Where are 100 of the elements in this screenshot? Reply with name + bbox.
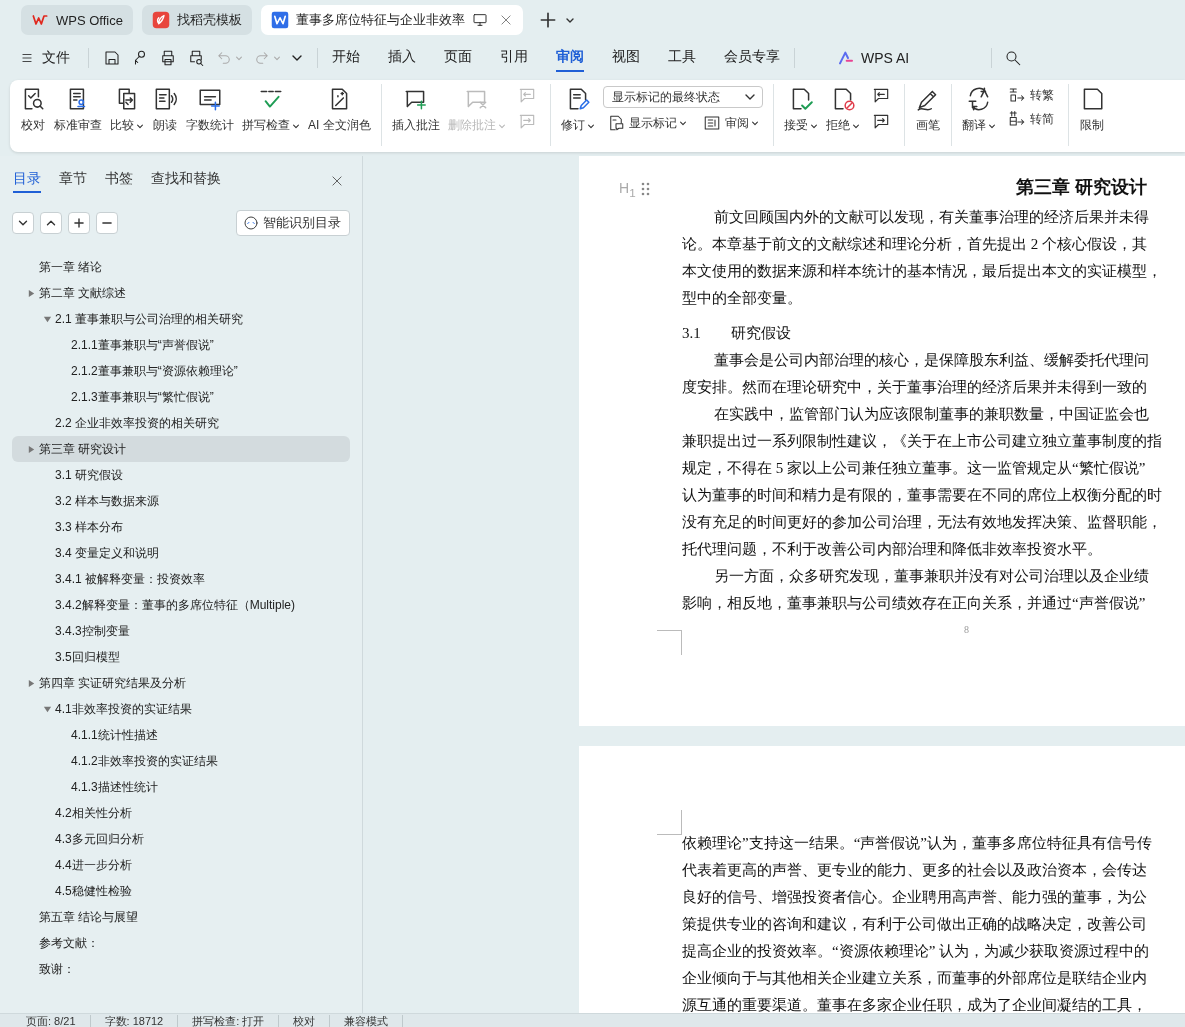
toc-item[interactable]: 3.4.3控制变量 — [12, 618, 350, 644]
toc-item[interactable]: 4.4进一步分析 — [12, 852, 350, 878]
margin-corner-mark — [657, 810, 682, 835]
ribbon-button[interactable]: 翻译 — [957, 84, 1000, 136]
browser-tab[interactable]: 找稻壳模板 — [141, 5, 252, 35]
toc-item[interactable]: 2.1.2董事兼职与“资源依赖理论” — [12, 358, 350, 384]
ribbon-tab[interactable]: 页面 — [444, 44, 472, 72]
print-preview-icon[interactable] — [187, 49, 205, 67]
toc-item[interactable]: 第五章 结论与展望 — [12, 904, 350, 930]
paragraph-line: 良好的信号、增强投资者信心。企业聘用高声誉、能力强的董事，为公 — [682, 888, 1147, 907]
wps-ai-button[interactable]: WPS AI — [837, 50, 910, 66]
ribbon-tab[interactable]: 引用 — [500, 44, 528, 72]
ribbon-button[interactable]: AI 全文润色 — [304, 84, 375, 136]
close-icon[interactable] — [330, 174, 344, 188]
toc-item[interactable]: 第四章 实证研究结果及分析 — [12, 670, 350, 696]
ribbon-button[interactable]: 转繁 — [1003, 86, 1058, 104]
toc-item[interactable]: 2.1.1董事兼职与“声誉假说” — [12, 332, 350, 358]
toc-item[interactable]: 3.4.2解释变量：董事的多席位特征（Multiple) — [12, 592, 350, 618]
toc-item[interactable]: 4.1非效率投资的实证结果 — [12, 696, 350, 722]
close-icon[interactable] — [498, 13, 513, 27]
toc-item[interactable]: 第一章 绪论 — [12, 254, 350, 280]
ribbon-button[interactable]: 修订 — [556, 84, 599, 136]
save-icon[interactable] — [103, 49, 121, 67]
paragraph-line: 影响，相反地，董事兼职与公司绩效存在正向关系，并通过“声誉假说” — [682, 594, 1146, 613]
toc-item[interactable]: 4.3多元回归分析 — [12, 826, 350, 852]
expand-triangle-icon[interactable] — [27, 288, 36, 298]
toc-item[interactable]: 2.1 董事兼职与公司治理的相关研究 — [12, 306, 350, 332]
markup-display-dropdown[interactable]: 显示标记的最终状态 — [602, 86, 763, 108]
ribbon-button[interactable]: 拼写检查 — [238, 84, 304, 136]
paragraph-line: 本文使用的数据来源和样本统计的基本情况，最后提出本文的实证模型， — [682, 262, 1162, 281]
ribbon-button[interactable]: 审阅 — [698, 114, 763, 132]
toc-item[interactable]: 3.2 样本与数据来源 — [12, 488, 350, 514]
section-title: 研究假设 — [730, 324, 791, 343]
toc-item[interactable]: 4.1.2非效率投资的实证结果 — [12, 748, 350, 774]
expand-level-button[interactable] — [12, 212, 34, 234]
status-item: 页面: 8/21 — [12, 1014, 91, 1027]
sidebar-tab[interactable]: 目录 — [13, 169, 41, 193]
ribbon-button[interactable]: 转简 — [1003, 110, 1058, 128]
toc-item[interactable]: 4.2相关性分析 — [12, 800, 350, 826]
toc-item[interactable]: 致谢： — [12, 956, 350, 982]
search-icon[interactable] — [1004, 49, 1023, 67]
ribbon-button[interactable]: 画笔 — [910, 84, 945, 136]
ribbon-tab[interactable]: 审阅 — [556, 44, 584, 72]
print-icon[interactable] — [159, 49, 177, 67]
paragraph-line: 规定，不得在 5 家以上公司兼任独立董事。这一监管规定从“繁忙假说” — [682, 459, 1146, 478]
ribbon-button[interactable]: 朗读 — [148, 84, 182, 136]
collapse-triangle-icon[interactable] — [43, 704, 52, 714]
sidebar-tab[interactable]: 查找和替换 — [151, 169, 221, 193]
ribbon-button[interactable]: 插入批注 — [387, 84, 444, 136]
paragraph-line: 托代理问题，不利于改善公司内部治理和降低非效率投资水平。 — [682, 540, 1102, 559]
ribbon-tab[interactable]: 视图 — [612, 44, 640, 72]
toc-item[interactable]: 4.5稳健性检验 — [12, 878, 350, 904]
toc-item[interactable]: 3.5回归模型 — [12, 644, 350, 670]
paragraph-line: 源互通的重要渠道。董事在多家企业任职，成为了企业间凝结的工具， — [682, 996, 1147, 1013]
ai-logo-icon — [837, 50, 855, 66]
toc-item[interactable]: 第二章 文献综述 — [12, 280, 350, 306]
status-item: 兼容模式 — [330, 1014, 404, 1027]
ribbon-button[interactable]: 校对 — [16, 84, 50, 136]
ribbon-tab[interactable]: 工具 — [668, 44, 696, 72]
ribbon-button[interactable]: 标准审查 — [50, 84, 106, 136]
expand-triangle-icon[interactable] — [27, 678, 36, 688]
paragraph-line: 另一方面，众多研究发现，董事兼职并没有对公司治理以及企业绩 — [713, 567, 1149, 586]
page-number: 8 — [964, 624, 969, 635]
toc-item[interactable]: 3.4.1 被解释变量：投资效率 — [12, 566, 350, 592]
ribbon-button[interactable]: 显示标记 — [602, 114, 691, 132]
smart-toc-button[interactable]: 智能识别目录 — [236, 210, 350, 236]
ribbon-button[interactable]: 比较 — [106, 84, 148, 136]
demote-button[interactable] — [96, 212, 118, 234]
drag-handle-icon[interactable] — [639, 181, 651, 198]
ribbon-tab[interactable]: 插入 — [388, 44, 416, 72]
toc-item[interactable]: 3.3 样本分布 — [12, 514, 350, 540]
expand-triangle-icon[interactable] — [27, 444, 36, 454]
status-item: 拼写检查: 打开 — [178, 1014, 280, 1027]
paragraph-line: 没有充足的时间更好的参加公司治理，无法有效地发挥决策、监督职能， — [682, 513, 1162, 532]
toc-item[interactable]: 2.1.3董事兼职与“繁忙假说” — [12, 384, 350, 410]
browser-tab[interactable]: WPS Office — [21, 5, 133, 35]
ribbon-button[interactable]: 拒绝 — [821, 84, 864, 136]
toc-item[interactable]: 参考文献： — [12, 930, 350, 956]
ribbon-button[interactable]: 字数统计 — [182, 84, 238, 136]
sidebar-tab[interactable]: 章节 — [59, 169, 87, 193]
ribbon-tab[interactable]: 会员专享 — [724, 44, 780, 72]
paragraph-line: 论。本章基于前文的文献综述和理论分析，首先提出 2 个核心假设，其 — [682, 235, 1147, 254]
toc-item[interactable]: 4.1.1统计性描述 — [12, 722, 350, 748]
toc-item[interactable]: 4.1.3描述性统计 — [12, 774, 350, 800]
ribbon-button[interactable]: 限制 — [1074, 84, 1109, 136]
collapse-triangle-icon[interactable] — [43, 314, 52, 324]
file-menu[interactable]: 文件 — [16, 47, 74, 69]
ribbon-tab[interactable]: 开始 — [332, 44, 360, 72]
paragraph-line: 代表着更高的声誉、更专业的能力、更多的社会以及政治资本，会传达 — [682, 861, 1147, 880]
toc-item[interactable]: 3.1 研究假设 — [12, 462, 350, 488]
browser-tab[interactable]: 董事多席位特征与企业非效率 — [260, 5, 523, 35]
ribbon-button[interactable]: 接受 — [779, 84, 822, 136]
wps-logo-icon — [31, 12, 49, 28]
paragraph-line: 企业倾向于与其他相关企业建立关系，而董事的外部席位是联结企业内 — [682, 969, 1147, 988]
toc-item[interactable]: 2.2 企业非效率投资的相关研究 — [12, 410, 350, 436]
promote-button[interactable] — [68, 212, 90, 234]
toc-item[interactable]: 第三章 研究设计 — [12, 436, 350, 462]
toc-item[interactable]: 3.4 变量定义和说明 — [12, 540, 350, 566]
sidebar-tab[interactable]: 书签 — [105, 169, 133, 193]
collapse-level-button[interactable] — [40, 212, 62, 234]
